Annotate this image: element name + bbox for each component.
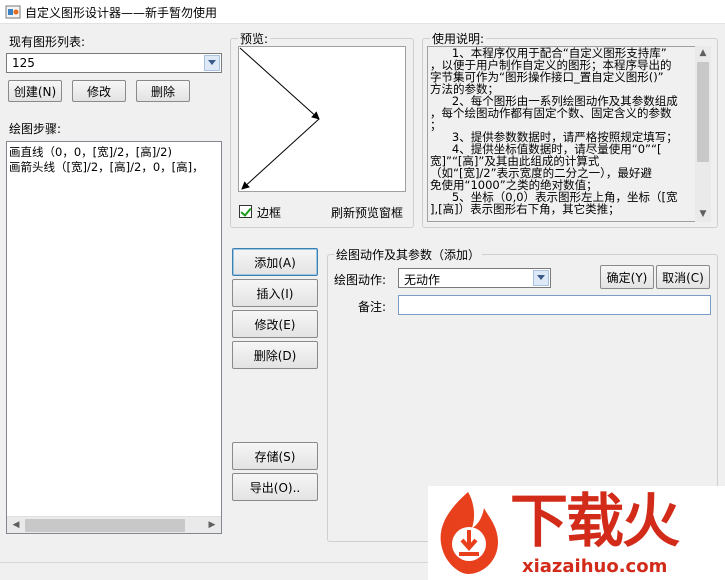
ok-button[interactable]: 确定(Y) [600,265,654,289]
watermark: 下载火 xiazaihuo.com [428,486,725,580]
chevron-down-icon[interactable] [204,55,220,71]
insert-button[interactable]: 插入(I) [232,279,318,307]
border-checkbox[interactable] [239,205,252,218]
steps-label: 绘图步骤: [9,122,62,136]
shape-list-value: 125 [12,56,35,70]
scroll-thumb[interactable] [697,62,709,162]
steps-horizontal-scrollbar[interactable]: ◀ ▶ [7,516,221,533]
window-title: 自定义图形设计器——新手暂勿使用 [25,6,218,20]
chevron-down-icon[interactable] [533,270,549,286]
cancel-button[interactable]: 取消(C) [656,265,710,289]
scroll-up-icon[interactable]: ▲ [696,47,710,60]
shape-list-label: 现有图形列表: [9,35,86,49]
add-button[interactable]: 添加(A) [232,248,318,276]
preview-line [239,47,320,120]
watermark-brand: 下载火 [510,487,680,555]
instruction-line: ],[高]）表示图形右下角，其它类推； [430,202,620,216]
border-label: 边框 [257,206,282,220]
save-button[interactable]: 存储(S) [232,442,318,470]
scroll-left-icon[interactable]: ◀ [9,519,23,532]
params-title: 绘图动作及其参数（添加） [334,246,483,263]
refresh-preview-link[interactable]: 刷新预览窗框 [331,204,403,221]
scroll-down-icon[interactable]: ▼ [696,208,710,221]
scroll-right-icon[interactable]: ▶ [205,519,219,532]
modify-step-button[interactable]: 修改(E) [232,310,318,338]
delete-step-button[interactable]: 删除(D) [232,341,318,369]
list-item[interactable]: 画箭头线（[宽]/2，[高]/2，0，[高]， [9,159,204,175]
scroll-thumb[interactable] [25,519,185,532]
note-label: 备注: [358,300,387,314]
note-input[interactable] [398,295,711,315]
export-button[interactable]: 导出(O).. [232,473,318,501]
action-combo[interactable]: 无动作 [398,268,551,288]
title-bar: 自定义图形设计器——新手暂勿使用 [0,0,725,24]
instructions-title: 使用说明: [430,30,487,47]
action-label: 绘图动作: [334,273,387,287]
delete-shape-button[interactable]: 删除 [136,80,190,102]
instructions-text[interactable]: 1、本程序仅用于配合“自定义图形支持库” ，以便于用户制作自定义的图形；本程序导… [427,46,711,222]
shape-list-combo[interactable]: 125 [6,53,222,73]
instructions-scrollbar[interactable]: ▲ ▼ [695,46,711,222]
watermark-domain: xiazaihuo.com [522,556,668,577]
create-button[interactable]: 创建(N) [8,80,62,102]
app-icon [5,5,21,19]
preview-drawing [239,47,320,190]
steps-listbox[interactable]: 画直线（0，0，[宽]/2，[高]/2) 画箭头线（[宽]/2，[高]/2，0，… [6,141,222,534]
preview-arrow-line [241,118,320,190]
action-value: 无动作 [404,273,441,287]
list-item[interactable]: 画直线（0，0，[宽]/2，[高]/2) [9,144,172,160]
flame-logo-icon [440,492,498,574]
preview-canvas [238,46,406,192]
modify-shape-button[interactable]: 修改 [72,80,126,102]
instruction-line: ，每个绘图动作都有固定个数、固定含义的参数 [430,106,672,120]
preview-title: 预览: [238,30,271,47]
